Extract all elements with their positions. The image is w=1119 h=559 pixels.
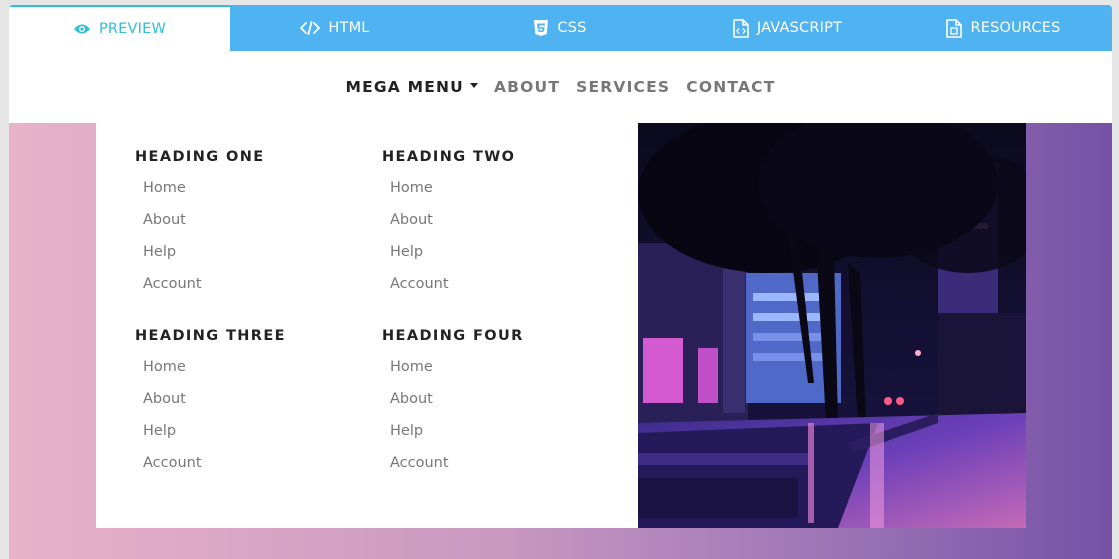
menu-link-help[interactable]: Help	[390, 243, 602, 275]
column-heading: HEADING TWO	[382, 149, 516, 165]
tab-css[interactable]: CSS	[440, 5, 680, 51]
menu-link-home[interactable]: Home	[390, 179, 602, 211]
tab-label: RESOURCES	[970, 20, 1061, 36]
tab-label: CSS	[557, 20, 587, 36]
nav-about[interactable]: ABOUT	[494, 78, 560, 96]
menu-link-help[interactable]: Help	[143, 422, 355, 454]
code-icon	[300, 21, 321, 35]
tab-preview[interactable]: PREVIEW	[9, 5, 230, 51]
menu-link-account[interactable]: Account	[390, 454, 602, 486]
menu-link-help[interactable]: Help	[390, 422, 602, 454]
menu-column: HEADING TWO Home About Help Account	[382, 149, 602, 307]
file-icon	[946, 18, 963, 38]
file-code-icon	[733, 18, 749, 38]
tab-resources[interactable]: RESOURCES	[895, 5, 1112, 51]
editor-tab-bar: PREVIEW HTML CSS JAVASCRIPT RESOURCES	[9, 5, 1112, 51]
column-heading: HEADING FOUR	[382, 328, 524, 344]
column-heading: HEADING ONE	[135, 149, 265, 165]
caret-down-icon	[469, 82, 478, 88]
nav-contact[interactable]: CONTACT	[686, 78, 775, 96]
menu-link-account[interactable]: Account	[143, 454, 355, 486]
tab-javascript[interactable]: JAVASCRIPT	[680, 5, 895, 51]
menu-column: HEADING ONE Home About Help Account	[135, 149, 355, 307]
tab-label: HTML	[328, 20, 370, 36]
site-navbar: MEGA MENU ABOUT SERVICES CONTACT	[9, 51, 1112, 123]
tab-label: PREVIEW	[98, 21, 167, 37]
menu-link-home[interactable]: Home	[143, 179, 355, 211]
tab-label: JAVASCRIPT	[756, 20, 843, 36]
menu-link-home[interactable]: Home	[143, 358, 355, 390]
nav-mega-menu[interactable]: MEGA MENU	[345, 78, 478, 96]
menu-link-about[interactable]: About	[143, 390, 355, 422]
menu-column: HEADING THREE Home About Help Account	[135, 328, 355, 486]
menu-column: HEADING FOUR Home About Help Account	[382, 328, 602, 486]
column-heading: HEADING THREE	[135, 328, 286, 344]
tab-html[interactable]: HTML	[230, 5, 440, 51]
menu-link-help[interactable]: Help	[143, 243, 355, 275]
preview-frame: PREVIEW HTML CSS JAVASCRIPT RESOURCES ME…	[9, 5, 1112, 559]
menu-link-account[interactable]: Account	[390, 275, 602, 307]
css3-icon	[533, 19, 549, 37]
mega-menu-dropdown: HEADING ONE Home About Help Account HEAD…	[96, 123, 638, 528]
night-street-photo	[638, 123, 1026, 528]
menu-link-account[interactable]: Account	[143, 275, 355, 307]
menu-link-about[interactable]: About	[390, 211, 602, 243]
menu-link-about[interactable]: About	[143, 211, 355, 243]
menu-link-home[interactable]: Home	[390, 358, 602, 390]
eye-icon	[73, 23, 91, 35]
menu-link-about[interactable]: About	[390, 390, 602, 422]
nav-services[interactable]: SERVICES	[576, 78, 670, 96]
nav-label: MEGA MENU	[345, 78, 464, 96]
